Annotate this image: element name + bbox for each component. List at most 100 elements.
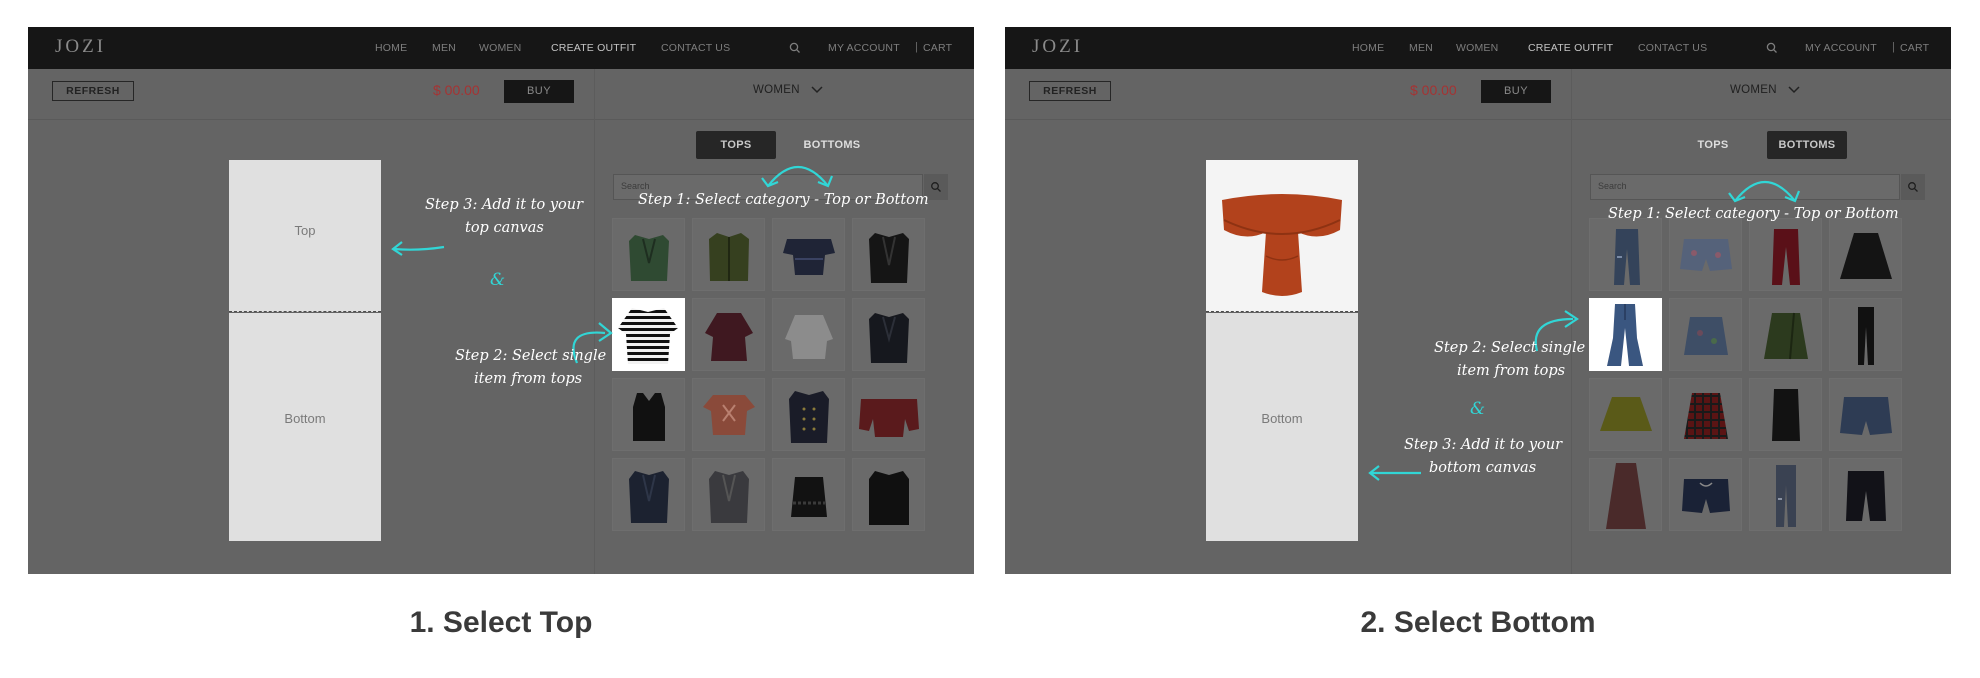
product-tile[interactable] [1829,378,1902,451]
left-arrow-icon [391,241,445,256]
military-jacket-image [789,391,829,443]
buy-button[interactable]: BUY [504,80,574,103]
chevron-down-icon[interactable] [810,85,824,95]
gender-dropdown[interactable]: WOMEN [753,84,800,96]
annotation-ampersand: & [1470,399,1486,419]
search-icon[interactable] [786,39,804,57]
refresh-button[interactable]: REFRESH [1029,81,1111,101]
top-navbar: JOZI HOME MEN WOMEN CREATE OUTFIT CONTAC… [28,27,974,69]
nav-men[interactable]: MEN [1409,42,1433,54]
product-tile[interactable] [1829,298,1902,371]
search-icon [931,182,941,192]
nav-cart[interactable]: CART [1900,42,1929,54]
product-tile[interactable] [772,298,845,371]
red-off-shoulder-top-image [859,399,919,437]
product-tile[interactable] [852,458,925,531]
site-logo[interactable]: JOZI [55,36,106,58]
nav-my-account[interactable]: MY ACCOUNT [828,42,900,54]
tab-tops[interactable]: TOPS [1673,131,1753,159]
annotation-step2-line1: Step 2: Select single [1434,340,1586,356]
nav-separator: | [1892,41,1895,53]
product-tile[interactable] [772,378,845,451]
nav-create-outfit[interactable]: CREATE OUTFIT [551,42,636,54]
nav-cart[interactable]: CART [923,42,952,54]
product-tile[interactable] [1669,298,1742,371]
product-tile[interactable] [852,378,925,451]
bottom-canvas-label: Bottom [1261,411,1303,426]
black-bermuda-shorts-image [1846,471,1886,521]
nav-create-outfit[interactable]: CREATE OUTFIT [1528,42,1613,54]
product-tile[interactable] [1589,458,1662,531]
search-icon[interactable] [1763,39,1781,57]
left-arrow-icon [1368,465,1421,481]
denim-mini-skirt-image [1684,317,1728,355]
product-tile[interactable] [1669,458,1742,531]
product-tile[interactable] [1669,378,1742,451]
black-jacket-image [869,313,909,363]
nav-separator: | [915,41,918,53]
black-pencil-skirt-image [1772,389,1800,441]
product-tile[interactable] [1829,218,1902,291]
top-canvas[interactable]: Top [229,160,381,312]
nav-women[interactable]: WOMEN [479,42,521,54]
top-canvas[interactable] [1206,160,1358,312]
builder-toolbar [1005,69,1951,120]
product-tile[interactable] [1749,378,1822,451]
product-tile[interactable] [692,218,765,291]
search-placeholder: Search [1598,181,1627,191]
product-tile[interactable] [692,298,765,371]
burgundy-blouse-image [705,313,753,361]
search-button[interactable] [1901,174,1925,200]
red-plaid-skirt-image [1684,393,1728,439]
nav-home[interactable]: HOME [375,42,407,54]
product-tile[interactable] [1749,458,1822,531]
gender-dropdown[interactable]: WOMEN [1730,84,1777,96]
tab-bottoms[interactable]: BOTTOMS [1767,131,1847,159]
caption-step-two: 2. Select Bottom [1360,606,1596,639]
refresh-button[interactable]: REFRESH [52,81,134,101]
product-tile[interactable] [692,458,765,531]
bottom-canvas[interactable]: Bottom [229,313,381,541]
product-tile[interactable] [852,298,925,371]
annotation-step3-line2: bottom canvas [1429,460,1537,476]
nav-contact-us[interactable]: CONTACT US [661,42,730,54]
bottom-canvas[interactable]: Bottom [1206,313,1358,541]
nav-women[interactable]: WOMEN [1456,42,1498,54]
total-price: $ 00.00 [1410,82,1457,98]
product-tile[interactable] [612,218,685,291]
nav-my-account[interactable]: MY ACCOUNT [1805,42,1877,54]
top-canvas-label: Top [294,223,316,238]
annotation-step3-line2: top canvas [465,220,544,236]
nav-home[interactable]: HOME [1352,42,1384,54]
total-price: $ 00.00 [433,82,480,98]
nav-contact-us[interactable]: CONTACT US [1638,42,1707,54]
product-tile[interactable] [1749,218,1822,291]
curved-double-arrow-icon [761,165,834,188]
site-logo[interactable]: JOZI [1032,36,1083,58]
buy-button[interactable]: BUY [1481,80,1551,103]
product-tile[interactable] [1749,298,1822,371]
product-tile[interactable] [612,458,685,531]
product-tile[interactable] [692,378,765,451]
product-tile[interactable] [772,458,845,531]
product-tile[interactable] [852,218,925,291]
product-tile[interactable] [612,378,685,451]
search-icon [1908,182,1918,192]
product-tile[interactable] [1669,218,1742,291]
olive-wrap-skirt-image [1764,312,1808,360]
product-tile[interactable] [1589,218,1662,291]
olive-jacket-image [709,233,749,281]
mauve-maxi-skirt-image [1606,463,1646,529]
product-tile[interactable] [1589,378,1662,451]
black-skater-skirt-image [1840,233,1892,279]
nav-men[interactable]: MEN [432,42,456,54]
product-tile[interactable] [772,218,845,291]
floral-denim-shorts-image [1680,239,1732,271]
outfit-builder-panel-bottoms: JOZI HOME MEN WOMEN CREATE OUTFIT CONTAC… [1005,27,1951,574]
caption-step-one: 1. Select Top [409,606,593,639]
chevron-down-icon[interactable] [1787,85,1801,95]
product-tile-selected[interactable] [1589,298,1662,371]
product-tile[interactable] [1829,458,1902,531]
denim-shorts-image [1840,397,1892,435]
ripped-jeans-image [1614,229,1640,285]
